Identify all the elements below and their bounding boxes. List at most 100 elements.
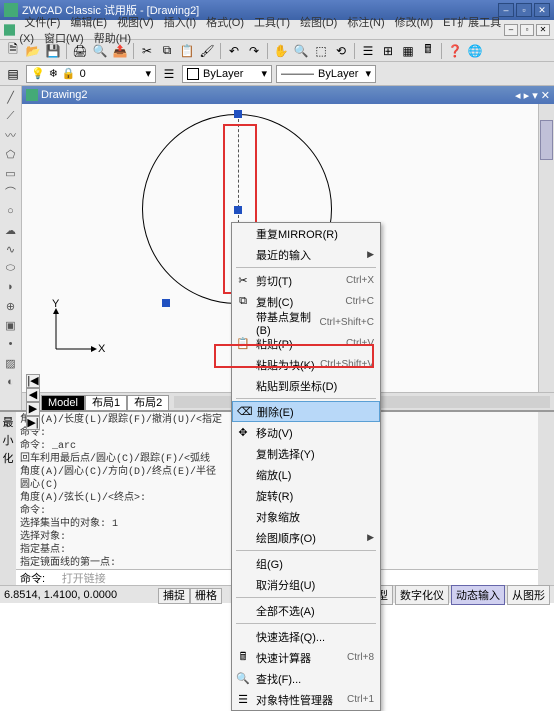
mdi-minimize-button[interactable]: –	[504, 24, 518, 36]
status-toggle[interactable]: 数字化仪	[395, 585, 449, 605]
revcloud-icon[interactable]: ☁	[2, 221, 20, 239]
document-tab[interactable]: Drawing2 ◂ ▸ ▾ ✕	[22, 86, 554, 104]
ellipse-icon[interactable]: ⬭	[2, 259, 20, 277]
context-menu-item[interactable]: 🔍查找(F)...	[232, 668, 380, 689]
maximize-button[interactable]: ▫	[516, 3, 532, 17]
context-menu-item[interactable]: ☰对象特性管理器Ctrl+1	[232, 689, 380, 710]
pline-icon[interactable]: 〰	[2, 126, 20, 144]
zoomwin-icon[interactable]: ⬚	[312, 42, 330, 60]
insert-icon[interactable]: ⊕	[2, 297, 20, 315]
tab-nav-button[interactable]: ◀	[26, 388, 40, 402]
polygon-icon[interactable]: ⬠	[2, 145, 20, 163]
tab-nav-button[interactable]: |◀	[26, 374, 40, 388]
grip-top[interactable]	[234, 110, 242, 118]
menu-item[interactable]: 格式(O)	[201, 15, 249, 31]
menu-item[interactable]: 文件(F)	[19, 15, 65, 31]
menu-item[interactable]: 插入(I)	[159, 15, 201, 31]
xline-icon[interactable]: ⟋	[2, 107, 20, 125]
context-menu-item[interactable]: 组(G)	[232, 553, 380, 574]
dc-icon[interactable]: ⊞	[379, 42, 397, 60]
context-menu-item[interactable]: 带基点复制(B)Ctrl+Shift+C	[232, 312, 380, 333]
layer-select[interactable]: 💡❄🔒0▾	[26, 65, 156, 83]
context-menu-item[interactable]: 粘贴为块(K)Ctrl+Shift+V	[232, 354, 380, 375]
match-icon[interactable]: 🖌	[198, 42, 216, 60]
grip-bot[interactable]	[162, 299, 170, 307]
redo-icon[interactable]: ↷	[245, 42, 263, 60]
layerstate-icon[interactable]: ☰	[160, 65, 178, 83]
gradient-icon[interactable]: ◐	[2, 373, 20, 391]
cut-icon[interactable]: ✂	[138, 42, 156, 60]
context-menu-item[interactable]: ⌫删除(E)	[232, 401, 380, 422]
tool-icon[interactable]: ▦	[399, 42, 417, 60]
layout-tab[interactable]: 布局1	[85, 395, 127, 411]
circle-icon[interactable]: ○	[2, 202, 20, 220]
vertical-scrollbar[interactable]	[538, 104, 554, 392]
pan-icon[interactable]: ✋	[272, 42, 290, 60]
context-menu-item[interactable]: 重复MIRROR(R)	[232, 223, 380, 244]
context-menu-item[interactable]: ✥移动(V)	[232, 422, 380, 443]
layout-tab[interactable]: Model	[41, 395, 85, 411]
context-menu-item[interactable]: 🖩快速计算器Ctrl+8	[232, 647, 380, 668]
context-menu-item[interactable]: 快速选择(Q)...	[232, 626, 380, 647]
help-icon[interactable]: ❓	[446, 42, 464, 60]
mdi-restore-button[interactable]: ▫	[520, 24, 534, 36]
line-icon[interactable]: ╱	[2, 88, 20, 106]
menu-item[interactable]: 标注(N)	[342, 15, 389, 31]
spline-icon[interactable]: ∿	[2, 240, 20, 258]
menu-item-label: 查找(F)...	[256, 671, 374, 687]
context-menu-item[interactable]: 粘贴到原坐标(D)	[232, 375, 380, 396]
preview-icon[interactable]: 🔍	[91, 42, 109, 60]
save-icon[interactable]: 💾	[44, 42, 62, 60]
prop-icon[interactable]: ☰	[359, 42, 377, 60]
cmd-left-toolbar: 最 小 化	[0, 412, 16, 585]
block-icon[interactable]: ▣	[2, 316, 20, 334]
tab-nav-button[interactable]: ▶|	[26, 416, 40, 430]
layer-icon[interactable]: ▤	[4, 65, 22, 83]
context-menu-item[interactable]: 📋粘贴(P)Ctrl+V	[232, 333, 380, 354]
context-menu-item[interactable]: ✂剪切(T)Ctrl+X	[232, 270, 380, 291]
menu-item[interactable]: 视图(V)	[112, 15, 159, 31]
calc-icon[interactable]: 🖩	[419, 42, 437, 60]
context-menu-item[interactable]: 最近的输入▶	[232, 244, 380, 265]
point-icon[interactable]: •	[2, 335, 20, 353]
new-icon[interactable]: 🗎	[4, 42, 22, 60]
status-toggle[interactable]: 栅格	[190, 588, 222, 604]
tab-nav-button[interactable]: ▶	[26, 402, 40, 416]
menu-item[interactable]: 修改(M)	[390, 15, 439, 31]
hatch-icon[interactable]: ▨	[2, 354, 20, 372]
cmd-tool-icon[interactable]: 小	[3, 432, 14, 448]
zoom-icon[interactable]: 🔍	[292, 42, 310, 60]
context-menu-item[interactable]: 旋转(R)	[232, 485, 380, 506]
status-toggle[interactable]: 捕捉	[158, 588, 190, 604]
context-menu-item[interactable]: 全部不选(A)	[232, 600, 380, 621]
context-menu-item[interactable]: 绘图顺序(O)▶	[232, 527, 380, 548]
context-menu-item[interactable]: 取消分组(U)	[232, 574, 380, 595]
tab-nav-icon[interactable]: ◂ ▸ ▾ ✕	[515, 89, 550, 102]
print-icon[interactable]: 🖨	[71, 42, 89, 60]
copy-icon[interactable]: ⧉	[158, 42, 176, 60]
close-button[interactable]: ✕	[534, 3, 550, 17]
linetype-select[interactable]: ———ByLayer▾	[276, 65, 376, 83]
zoomprev-icon[interactable]: ⟲	[332, 42, 350, 60]
rect-icon[interactable]: ▭	[2, 164, 20, 182]
layout-tab[interactable]: 布局2	[127, 395, 169, 411]
status-toggle[interactable]: 从图形	[507, 585, 550, 605]
arc-icon[interactable]: ⌒	[2, 183, 20, 201]
context-menu-item[interactable]: 复制选择(Y)	[232, 443, 380, 464]
color-select[interactable]: ByLayer▾	[182, 65, 272, 83]
paste-icon[interactable]: 📋	[178, 42, 196, 60]
open-icon[interactable]: 📂	[24, 42, 42, 60]
context-menu-item[interactable]: 对象缩放	[232, 506, 380, 527]
menu-item[interactable]: 绘图(D)	[295, 15, 342, 31]
menu-item[interactable]: 编辑(E)	[65, 15, 112, 31]
cmd-tool-icon[interactable]: 化	[3, 450, 14, 466]
ellarc-icon[interactable]: ◗	[2, 278, 20, 296]
status-toggle[interactable]: 动态输入	[451, 585, 505, 605]
menu-item[interactable]: 工具(T)	[249, 15, 295, 31]
web-icon[interactable]: 🌐	[466, 42, 484, 60]
context-menu-item[interactable]: 缩放(L)	[232, 464, 380, 485]
cmd-tool-icon[interactable]: 最	[3, 414, 14, 430]
publish-icon[interactable]: 📤	[111, 42, 129, 60]
mdi-close-button[interactable]: ✕	[536, 24, 550, 36]
undo-icon[interactable]: ↶	[225, 42, 243, 60]
